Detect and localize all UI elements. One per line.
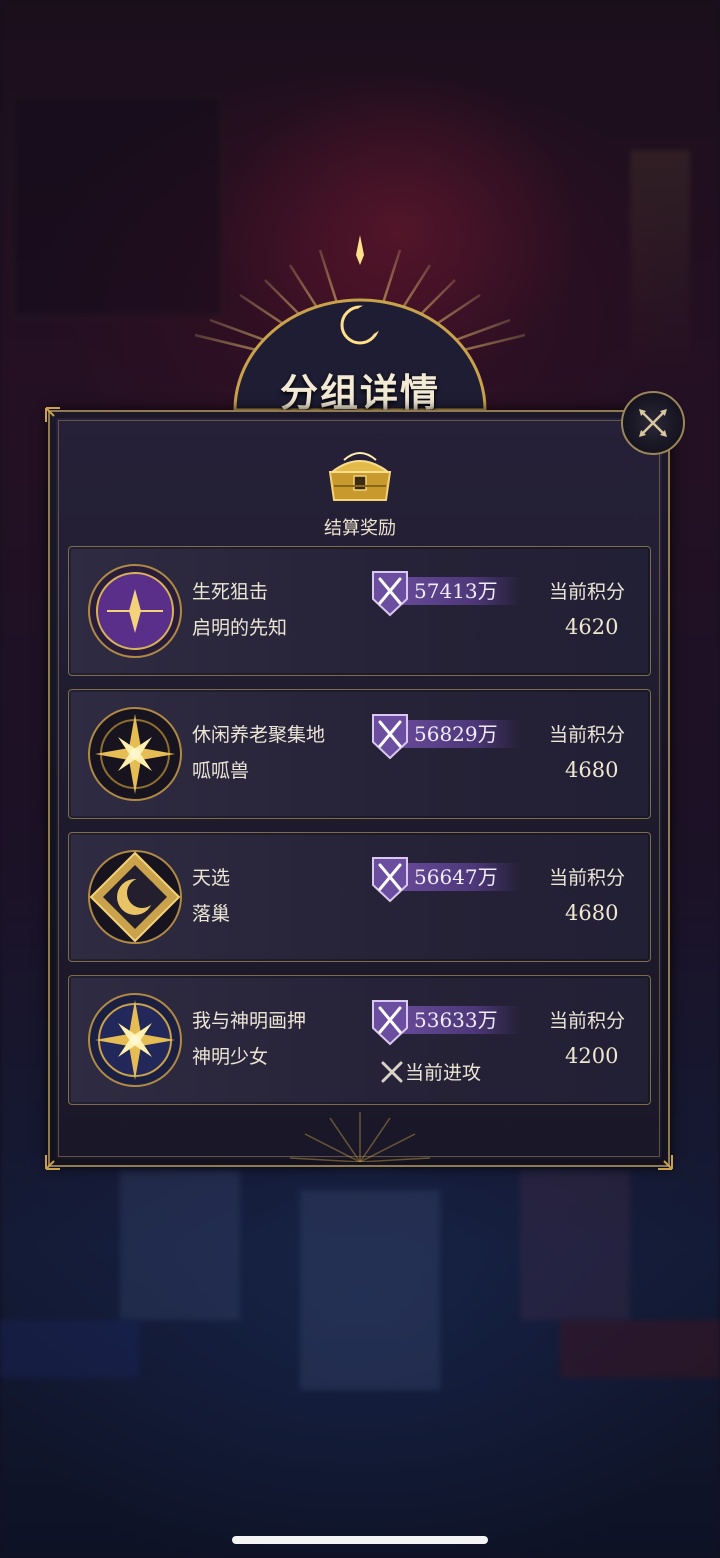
compass-star-emblem-dark-icon [88, 707, 182, 801]
score-value: 4200 [565, 1044, 619, 1068]
score-label: 当前积分 [549, 1010, 626, 1032]
group-name: 我与神明画押 [192, 1010, 307, 1032]
group-leader: 呱呱兽 [192, 760, 250, 782]
moon-diamond-emblem-gold-icon [88, 850, 182, 944]
group-row[interactable]: 生死狙击 启明的先知 57413万 当前积分 4620 [68, 546, 651, 676]
current-attack-indicator: 当前进攻 [379, 1058, 481, 1085]
group-row[interactable]: 我与神明画押 神明少女 53633万 当前进攻 当前积分 4200 [68, 975, 651, 1105]
corner-ornament-icon [658, 1155, 673, 1170]
power-badge: 53633万 [370, 998, 520, 1046]
crossed-swords-shield-icon [372, 857, 408, 903]
crossed-swords-shield-icon [372, 714, 408, 760]
bottom-sunburst-ornament [290, 1112, 430, 1162]
group-name: 生死狙击 [192, 581, 269, 603]
score-value: 4680 [565, 758, 619, 782]
close-icon [639, 409, 667, 437]
crossed-swords-shield-icon [372, 1000, 408, 1046]
power-badge: 56829万 [370, 712, 520, 760]
group-leader: 神明少女 [192, 1046, 269, 1068]
power-badge: 57413万 [370, 569, 520, 617]
group-row[interactable]: 天选 落巢 56647万 当前积分 4680 [68, 832, 651, 962]
close-button[interactable] [621, 391, 685, 455]
score-label: 当前积分 [549, 581, 626, 603]
group-leader: 启明的先知 [192, 617, 288, 639]
group-name: 天选 [192, 867, 231, 889]
power-value: 56647万 [414, 865, 498, 889]
settlement-reward-button[interactable]: 结算奖励 [310, 448, 410, 540]
crossed-swords-shield-icon [372, 571, 408, 617]
score-label: 当前积分 [549, 724, 626, 746]
group-name: 休闲养老聚集地 [192, 724, 326, 746]
power-value: 57413万 [414, 579, 498, 603]
group-row[interactable]: 休闲养老聚集地 呱呱兽 56829万 当前积分 4680 [68, 689, 651, 819]
treasure-chest-icon [328, 452, 392, 501]
score-label: 当前积分 [549, 867, 626, 889]
group-leader: 落巢 [192, 903, 231, 925]
score-value: 4620 [565, 615, 619, 639]
compass-star-emblem-blue-icon [88, 993, 182, 1087]
reward-label: 结算奖励 [324, 518, 396, 539]
home-indicator[interactable] [232, 1536, 488, 1544]
corner-ornament-icon [45, 1155, 60, 1170]
corner-ornament-icon [45, 407, 60, 422]
power-value: 53633万 [414, 1008, 498, 1032]
attack-label: 当前进攻 [405, 1062, 482, 1084]
crossed-swords-icon [381, 1061, 403, 1082]
power-badge: 56647万 [370, 855, 520, 903]
crescent-emblem-purple-icon [88, 564, 182, 658]
power-value: 56829万 [414, 722, 498, 746]
page-title: 分组详情 [279, 370, 440, 415]
score-value: 4680 [565, 901, 619, 925]
